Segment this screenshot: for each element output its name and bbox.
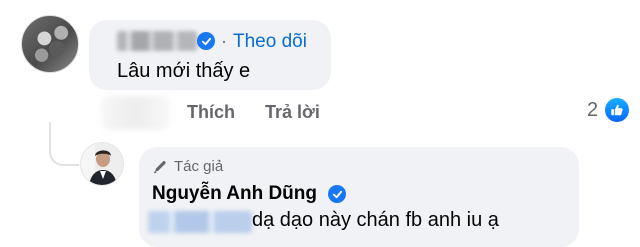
separator-dot: · [221, 31, 227, 51]
pen-icon [154, 160, 166, 173]
verified-check-icon [197, 32, 215, 50]
reply-button[interactable]: Trả lời [265, 102, 320, 123]
verified-check-icon [328, 185, 346, 203]
reply-text: dạ dạo này chán fb anh iu ạ [252, 209, 499, 231]
author-avatar[interactable] [80, 142, 124, 186]
reply-thread-connector [49, 122, 79, 166]
mentioned-user-redacted[interactable] [148, 211, 252, 233]
author-badge: Tác giả [152, 158, 223, 175]
author-badge-label: Tác giả [174, 158, 224, 175]
reaction-count[interactable]: 2 [587, 99, 598, 122]
follow-button[interactable]: Theo dõi [233, 31, 307, 53]
commenter-name-redacted[interactable] [117, 31, 197, 51]
thumbs-up-icon[interactable] [605, 98, 629, 122]
comment-text: Lâu mới thấy e [117, 60, 251, 82]
like-button[interactable]: Thích [187, 102, 235, 123]
commenter-avatar[interactable] [21, 15, 79, 73]
comment-timestamp-redacted [101, 96, 171, 130]
author-name-link[interactable]: Nguyễn Anh Dũng [152, 183, 317, 205]
